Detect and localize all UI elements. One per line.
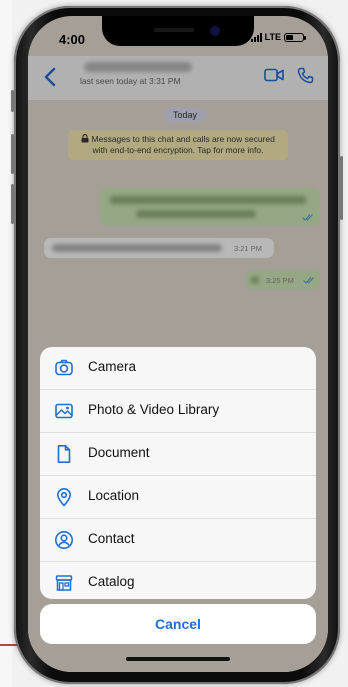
action-label: Contact (88, 531, 135, 546)
attachment-action-sheet: Camera Photo & Video Library Document Lo… (40, 347, 316, 599)
action-label: Location (88, 488, 140, 503)
action-contact[interactable]: Contact (40, 519, 316, 562)
action-label: Camera (88, 359, 137, 374)
phone-screen: 4:00 LTE last seen today at 3:31 PM Toda… (28, 16, 328, 672)
action-label: Catalog (88, 574, 135, 589)
action-catalog[interactable]: Catalog (40, 562, 316, 599)
location-pin-icon (54, 487, 74, 507)
contact-icon (54, 530, 74, 550)
action-label: Document (88, 445, 150, 460)
photo-library-icon (54, 401, 74, 421)
volume-down-button (11, 184, 14, 224)
catalog-store-icon (54, 573, 74, 593)
home-indicator[interactable] (126, 657, 230, 661)
volume-up-button (11, 134, 14, 174)
camera-icon (54, 358, 74, 378)
action-document[interactable]: Document (40, 433, 316, 476)
action-location[interactable]: Location (40, 476, 316, 519)
cancel-button[interactable]: Cancel (40, 604, 316, 644)
action-camera[interactable]: Camera (40, 347, 316, 390)
action-photo-video-library[interactable]: Photo & Video Library (40, 390, 316, 433)
document-icon (54, 444, 74, 464)
power-button (340, 156, 343, 220)
mute-switch (11, 90, 14, 112)
action-label: Photo & Video Library (88, 402, 220, 417)
